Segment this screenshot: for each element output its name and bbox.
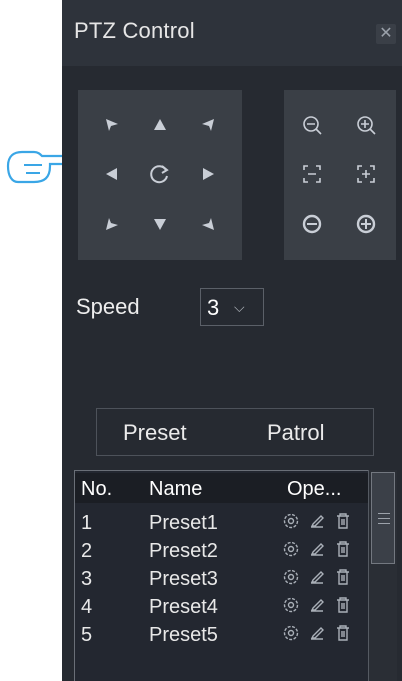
row-name: Preset5 (149, 624, 218, 646)
grip-line (378, 518, 390, 519)
preset-table: No. Name Ope... 1 Preset1 2 Preset2 3 Pr… (74, 470, 371, 681)
edit-icon[interactable] (307, 567, 327, 587)
zoom-out-icon[interactable] (292, 105, 332, 145)
zoom-focus-pad (284, 90, 396, 260)
column-header-name: Name (149, 478, 203, 500)
row-number: 2 (81, 540, 93, 562)
delete-icon[interactable] (333, 567, 353, 587)
speed-value: 3 (207, 295, 220, 320)
scrollbar-thumb[interactable] (371, 472, 395, 564)
up-arrow-icon[interactable] (140, 105, 180, 145)
row-name: Preset1 (149, 512, 218, 534)
delete-icon[interactable] (333, 623, 353, 643)
tab-preset[interactable]: Preset (123, 420, 187, 446)
title-bar: PTZ Control ✕ (62, 0, 402, 66)
refresh-icon[interactable] (140, 154, 180, 194)
table-row[interactable]: 4 Preset4 (75, 591, 371, 619)
table-row[interactable]: 2 Preset2 (75, 535, 371, 563)
grip-line (378, 513, 390, 514)
down-left-arrow-icon[interactable] (92, 204, 132, 244)
tab-patrol[interactable]: Patrol (267, 420, 324, 446)
row-number: 3 (81, 568, 93, 590)
ptz-control-panel: PTZ Control ✕ Speed 3 ⌵ Preset Patrol No… (62, 0, 402, 681)
iris-open-icon[interactable] (346, 204, 386, 244)
edit-icon[interactable] (307, 511, 327, 531)
iris-close-icon[interactable] (292, 204, 332, 244)
row-name: Preset4 (149, 596, 218, 618)
delete-icon[interactable] (333, 511, 353, 531)
focus-far-icon[interactable] (346, 154, 386, 194)
table-row[interactable]: 1 Preset1 (75, 507, 371, 535)
close-button[interactable]: ✕ (376, 24, 396, 44)
row-number: 5 (81, 624, 93, 646)
edit-icon[interactable] (307, 623, 327, 643)
left-arrow-icon[interactable] (92, 154, 132, 194)
zoom-in-icon[interactable] (346, 105, 386, 145)
table-row[interactable]: 5 Preset5 (75, 619, 371, 647)
row-name: Preset2 (149, 540, 218, 562)
row-number: 1 (81, 512, 93, 534)
up-right-arrow-icon[interactable] (188, 105, 228, 145)
settings-icon[interactable] (281, 511, 301, 531)
table-header: No. Name Ope... (75, 473, 371, 503)
settings-icon[interactable] (281, 539, 301, 559)
speed-select[interactable]: 3 ⌵ (200, 288, 264, 326)
settings-icon[interactable] (281, 595, 301, 615)
table-scrollbar[interactable] (368, 470, 397, 681)
right-arrow-icon[interactable] (188, 154, 228, 194)
column-header-operation: Ope... (287, 478, 342, 500)
up-left-arrow-icon[interactable] (92, 105, 132, 145)
down-arrow-icon[interactable] (140, 204, 180, 244)
settings-icon[interactable] (281, 623, 301, 643)
preset-patrol-tabs: Preset Patrol (96, 408, 374, 456)
panel-title: PTZ Control (74, 18, 195, 43)
edit-icon[interactable] (307, 539, 327, 559)
direction-pad (78, 90, 242, 260)
column-header-no: No. (81, 478, 113, 500)
grip-line (378, 523, 390, 524)
row-name: Preset3 (149, 568, 218, 590)
table-row[interactable]: 3 Preset3 (75, 563, 371, 591)
down-right-arrow-icon[interactable] (188, 204, 228, 244)
settings-icon[interactable] (281, 567, 301, 587)
speed-label: Speed (76, 294, 140, 319)
delete-icon[interactable] (333, 595, 353, 615)
edit-icon[interactable] (307, 595, 327, 615)
row-number: 4 (81, 596, 93, 618)
focus-near-icon[interactable] (292, 154, 332, 194)
delete-icon[interactable] (333, 539, 353, 559)
chevron-down-icon: ⌵ (234, 299, 245, 315)
